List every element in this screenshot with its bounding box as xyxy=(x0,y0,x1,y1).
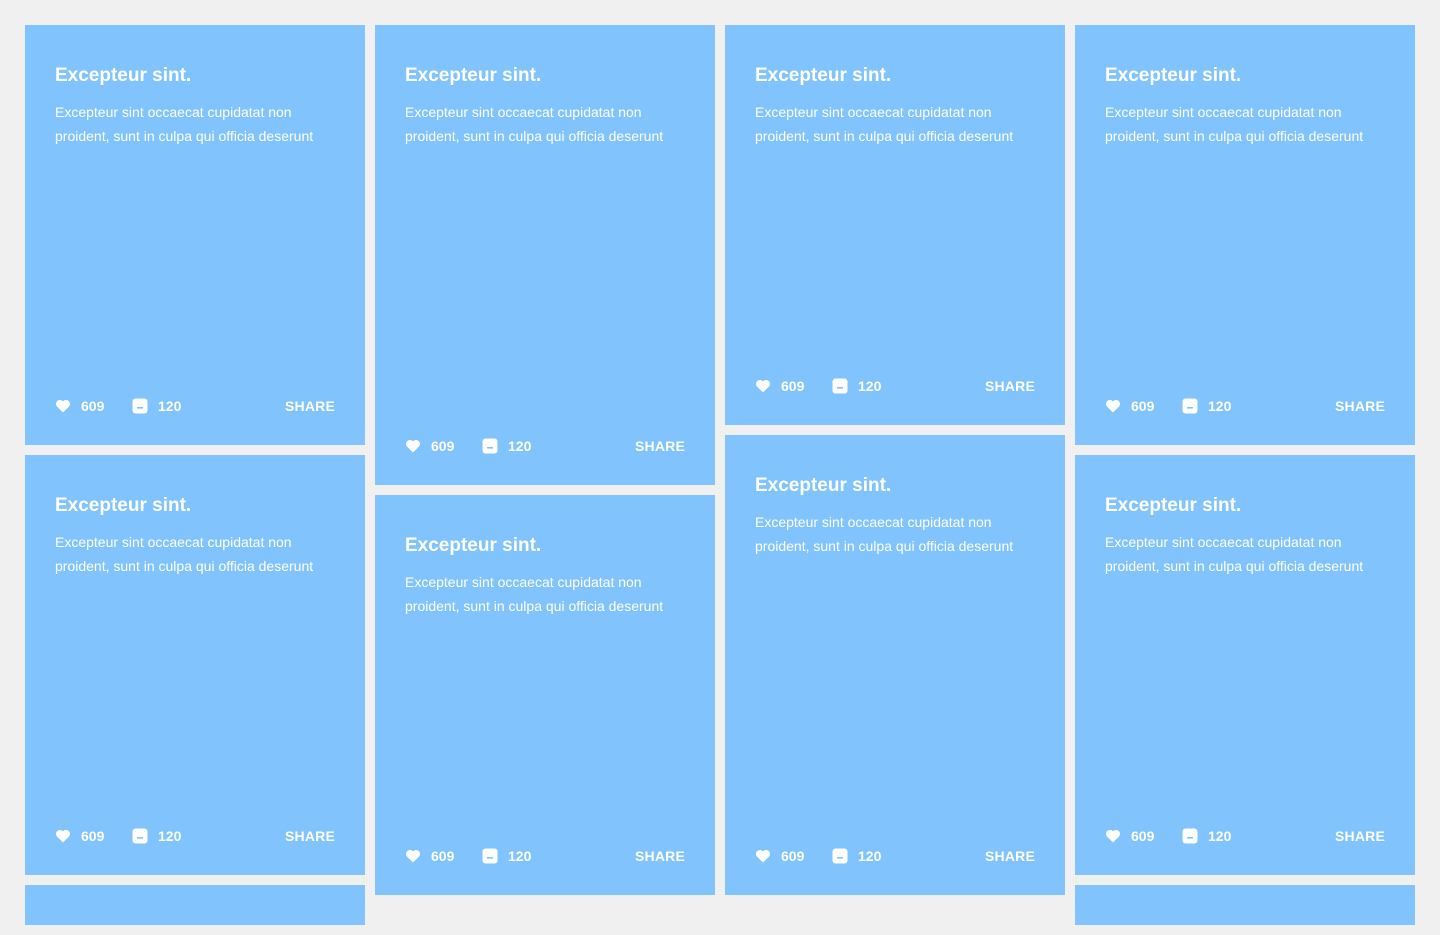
heart-icon xyxy=(55,828,71,844)
card-partial[interactable] xyxy=(1075,885,1415,925)
comment-count: 120 xyxy=(858,378,882,394)
comment-button[interactable]: 120 xyxy=(1182,397,1231,415)
card-body: Excepteur sint occaecat cupidatat non pr… xyxy=(55,104,314,144)
comment-button[interactable]: 120 xyxy=(132,827,181,845)
heart-icon xyxy=(1105,828,1121,844)
card-title: Excepteur sint. xyxy=(1105,495,1242,516)
like-button[interactable]: 609 xyxy=(55,827,104,845)
like-count: 609 xyxy=(431,848,455,864)
card-body: Excepteur sint occaecat cupidatat non pr… xyxy=(55,534,314,574)
share-button[interactable]: SHARE xyxy=(1335,397,1385,415)
card-title: Excepteur sint. xyxy=(1105,65,1242,86)
card-body: Excepteur sint occaecat cupidatat non pr… xyxy=(405,574,664,614)
card[interactable]: Excepteur sint. Excepteur sint occaecat … xyxy=(725,435,1065,895)
like-button[interactable]: 609 xyxy=(55,397,104,415)
card-title: Excepteur sint. xyxy=(755,65,892,86)
comment-count: 120 xyxy=(1208,398,1232,414)
share-button[interactable]: SHARE xyxy=(285,827,335,845)
heart-icon xyxy=(755,848,771,864)
card-footer: 609 120 SHARE xyxy=(1105,397,1385,415)
masonry-grid: Excepteur sint. Excepteur sint occaecat … xyxy=(0,0,1440,925)
card-footer: 609 120 SHARE xyxy=(55,397,335,415)
share-button[interactable]: SHARE xyxy=(635,437,685,455)
comment-icon xyxy=(482,438,498,454)
like-count: 609 xyxy=(81,398,105,414)
like-button[interactable]: 609 xyxy=(405,847,454,865)
like-count: 609 xyxy=(1131,398,1155,414)
share-button[interactable]: SHARE xyxy=(985,377,1035,395)
card-footer: 609 120 SHARE xyxy=(405,847,685,865)
comment-icon xyxy=(832,848,848,864)
card[interactable]: Excepteur sint. Excepteur sint occaecat … xyxy=(375,495,715,895)
card-body: Excepteur sint occaecat cupidatat non pr… xyxy=(755,514,1014,554)
card[interactable]: Excepteur sint. Excepteur sint occaecat … xyxy=(1075,455,1415,875)
grid-column: Excepteur sint. Excepteur sint occaecat … xyxy=(25,25,365,935)
card-footer: 609 120 SHARE xyxy=(755,847,1035,865)
card-body: Excepteur sint occaecat cupidatat non pr… xyxy=(405,104,664,144)
comment-icon xyxy=(832,378,848,394)
like-count: 609 xyxy=(781,378,805,394)
like-button[interactable]: 609 xyxy=(405,437,454,455)
share-button[interactable]: SHARE xyxy=(985,847,1035,865)
card[interactable]: Excepteur sint. Excepteur sint occaecat … xyxy=(725,25,1065,425)
comment-count: 120 xyxy=(858,848,882,864)
comment-button[interactable]: 120 xyxy=(132,397,181,415)
like-button[interactable]: 609 xyxy=(755,847,804,865)
heart-icon xyxy=(405,848,421,864)
comment-icon xyxy=(132,398,148,414)
like-button[interactable]: 609 xyxy=(755,377,804,395)
card-title: Excepteur sint. xyxy=(405,535,542,556)
card-footer: 609 120 SHARE xyxy=(755,377,1035,395)
share-button[interactable]: SHARE xyxy=(635,847,685,865)
comment-button[interactable]: 120 xyxy=(1182,827,1231,845)
grid-column: Excepteur sint. Excepteur sint occaecat … xyxy=(725,25,1065,905)
grid-column: Excepteur sint. Excepteur sint occaecat … xyxy=(1075,25,1415,935)
comment-count: 120 xyxy=(158,828,182,844)
card-body: Excepteur sint occaecat cupidatat non pr… xyxy=(755,104,1014,144)
card-body: Excepteur sint occaecat cupidatat non pr… xyxy=(1105,534,1364,574)
comment-button[interactable]: 120 xyxy=(482,437,531,455)
comment-count: 120 xyxy=(508,438,532,454)
card-body: Excepteur sint occaecat cupidatat non pr… xyxy=(1105,104,1364,144)
comment-count: 120 xyxy=(158,398,182,414)
share-button[interactable]: SHARE xyxy=(285,397,335,415)
like-count: 609 xyxy=(781,848,805,864)
share-button[interactable]: SHARE xyxy=(1335,827,1385,845)
card[interactable]: Excepteur sint. Excepteur sint occaecat … xyxy=(1075,25,1415,445)
card[interactable]: Excepteur sint. Excepteur sint occaecat … xyxy=(25,25,365,445)
heart-icon xyxy=(755,378,771,394)
card-title: Excepteur sint. xyxy=(755,475,892,496)
grid-column: Excepteur sint. Excepteur sint occaecat … xyxy=(375,25,715,905)
like-button[interactable]: 609 xyxy=(1105,397,1154,415)
card-title: Excepteur sint. xyxy=(55,495,192,516)
like-count: 609 xyxy=(1131,828,1155,844)
comment-icon xyxy=(132,828,148,844)
like-button[interactable]: 609 xyxy=(1105,827,1154,845)
comment-button[interactable]: 120 xyxy=(832,847,881,865)
like-count: 609 xyxy=(431,438,455,454)
comment-count: 120 xyxy=(508,848,532,864)
card-title: Excepteur sint. xyxy=(405,65,542,86)
comment-icon xyxy=(1182,398,1198,414)
card-partial[interactable] xyxy=(25,885,365,925)
card-footer: 609 120 SHARE xyxy=(55,827,335,845)
heart-icon xyxy=(55,398,71,414)
comment-count: 120 xyxy=(1208,828,1232,844)
card-footer: 609 120 SHARE xyxy=(1105,827,1385,845)
comment-button[interactable]: 120 xyxy=(482,847,531,865)
comment-button[interactable]: 120 xyxy=(832,377,881,395)
heart-icon xyxy=(1105,398,1121,414)
heart-icon xyxy=(405,438,421,454)
card[interactable]: Excepteur sint. Excepteur sint occaecat … xyxy=(375,25,715,485)
card-title: Excepteur sint. xyxy=(55,65,192,86)
like-count: 609 xyxy=(81,828,105,844)
card-footer: 609 120 SHARE xyxy=(405,437,685,455)
comment-icon xyxy=(1182,828,1198,844)
comment-icon xyxy=(482,848,498,864)
card[interactable]: Excepteur sint. Excepteur sint occaecat … xyxy=(25,455,365,875)
